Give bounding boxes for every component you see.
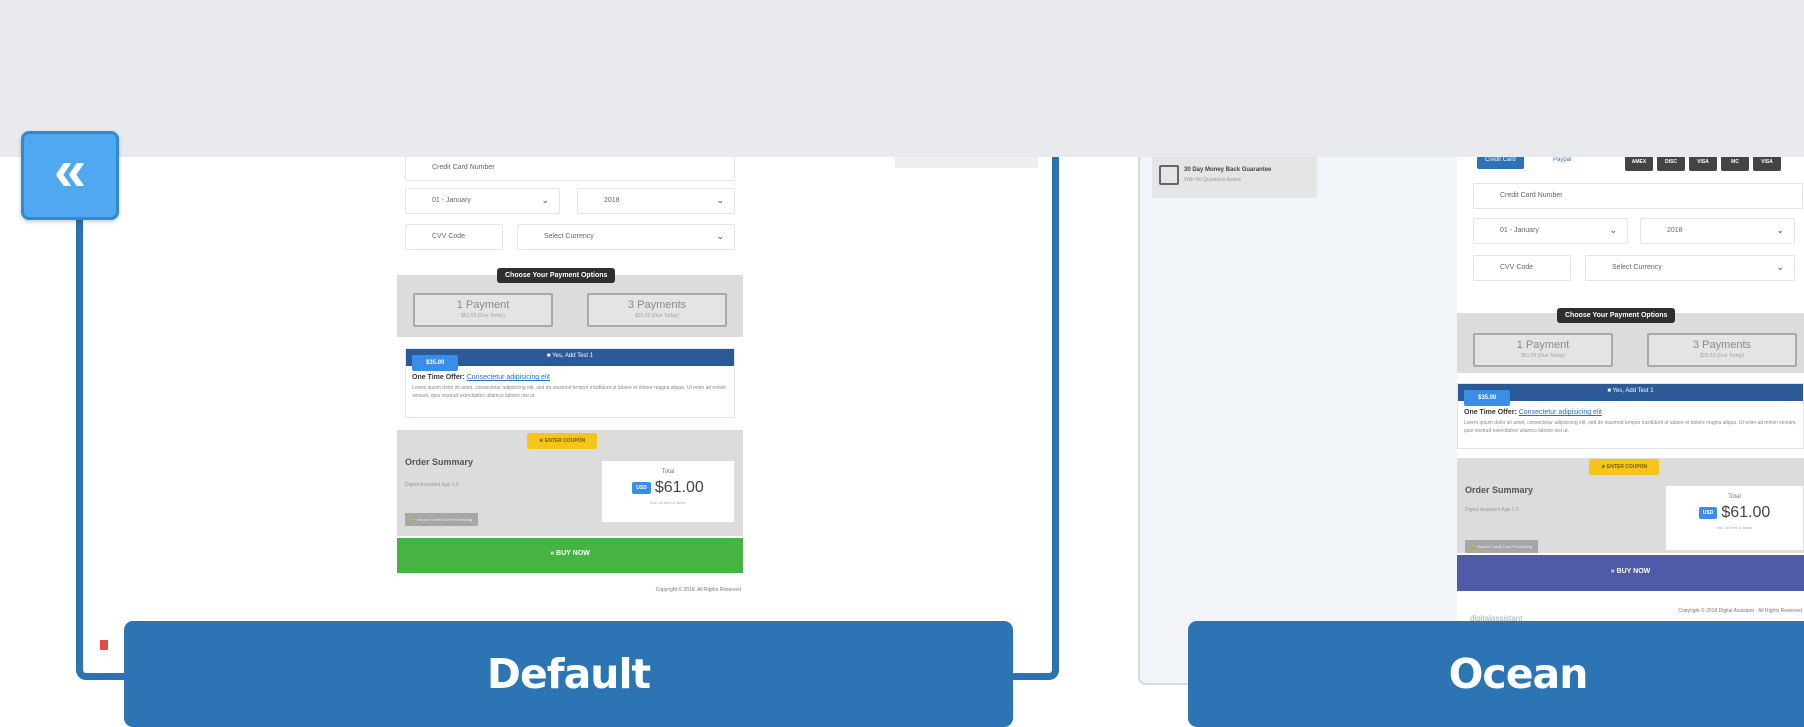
checkout-preview-ocean: Credit Card Paypal AMEX DISC VISA MC VIS…	[1457, 145, 1804, 625]
offer-price: $35.00	[412, 355, 459, 371]
back-button[interactable]: «	[21, 131, 119, 220]
payment-option-2: 3 Payments $20.33 (Due Today)	[587, 293, 727, 327]
chevron-down-icon: ⌄	[1776, 225, 1784, 235]
payment-options-label: Choose Your Payment Options	[1557, 308, 1676, 323]
buy-now-button: » BUY NOW	[1457, 555, 1804, 591]
cvv-input: CVV Code	[1473, 255, 1571, 281]
payment-options-label: Choose Your Payment Options	[497, 268, 616, 283]
top-toolbar	[0, 0, 1804, 157]
month-select: 01 - January ⌄	[405, 188, 560, 214]
currency-select: Select Currency ⌄	[517, 224, 735, 250]
one-time-offer: ■ Yes, Add Test 1 $35.00 One Time Offer:…	[1457, 383, 1804, 449]
buy-now-button: » BUY NOW	[397, 538, 743, 573]
chevron-down-icon: ⌄	[716, 195, 724, 205]
card-number-input: Credit Card Number	[405, 155, 735, 181]
secure-badge: 🔒 Secure Credit Card Processing	[405, 513, 479, 526]
payment-option-1: 1 Payment $61.00 (Due Today)	[1473, 333, 1613, 367]
order-summary-title: Order Summary	[1465, 485, 1534, 495]
year-select: 2018 ⌄	[577, 188, 735, 214]
order-summary-title: Order Summary	[405, 457, 474, 467]
payment-option-2: 3 Payments $20.33 (Due Today)	[1647, 333, 1797, 367]
total-box: Total USD $61.00 Incl. all fees & taxes	[1665, 485, 1804, 551]
flag-icon	[100, 640, 108, 650]
cvv-input: CVV Code	[405, 224, 503, 250]
calendar-icon	[1159, 165, 1179, 185]
month-select: 01 - January ⌄	[1473, 218, 1628, 244]
one-time-offer: ■ Yes, Add Test 1 $35.00 One Time Offer:…	[405, 348, 735, 418]
year-select: 2018 ⌄	[1640, 218, 1795, 244]
total-box: Total USD $61.00 Incl. all fees & taxes	[601, 460, 735, 523]
copyright: Copyright © 2018 Digital Assistant · All…	[1678, 608, 1802, 614]
chevron-down-icon: ⌄	[541, 195, 549, 205]
chevron-down-icon: ⌄	[716, 231, 724, 241]
double-chevron-left-icon: «	[53, 138, 87, 203]
guarantee-badge: 30 Day Money Back Guarantee With No Ques…	[1152, 153, 1317, 198]
theme-label-ocean[interactable]: Ocean	[1188, 621, 1804, 727]
secure-badge: 🔒 Secure Credit Card Processing	[1465, 540, 1539, 553]
chevron-down-icon: ⌄	[1609, 225, 1617, 235]
theme-gallery: « Credit Card Number 01 - January ⌄ 2018 ⌄…	[0, 0, 1804, 727]
chevron-down-icon: ⌄	[1776, 262, 1784, 272]
copyright: Copyright © 2018. All Rights Reserved	[655, 587, 741, 593]
coupon-button: ★ ENTER COUPON	[1589, 459, 1660, 475]
payment-option-1: 1 Payment $61.00 (Due Today)	[413, 293, 553, 327]
offer-price: $35.00	[1464, 390, 1511, 406]
theme-label-default[interactable]: Default	[124, 621, 1013, 727]
order-item: Digital Assistant App 1.0	[1465, 507, 1519, 513]
card-number-input: Credit Card Number	[1473, 183, 1803, 209]
currency-select: Select Currency ⌄	[1585, 255, 1795, 281]
order-item: Digital Assistant App 1.0	[405, 482, 459, 488]
checkout-preview-default: Credit Card Number 01 - January ⌄ 2018 ⌄ C…	[397, 145, 743, 600]
coupon-button: ★ ENTER COUPON	[527, 433, 598, 449]
